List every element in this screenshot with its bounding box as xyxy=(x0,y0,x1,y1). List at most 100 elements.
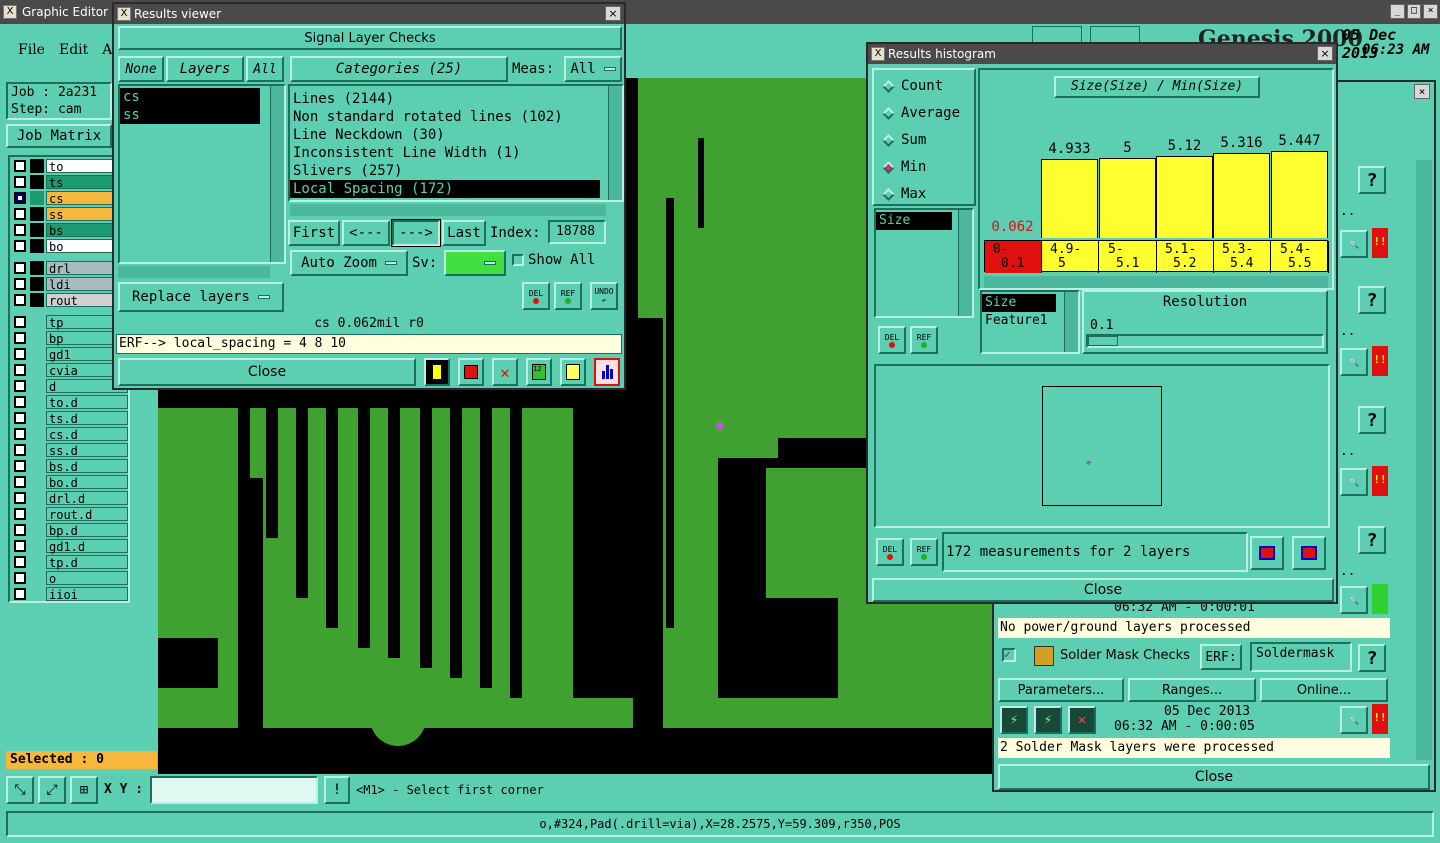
layers-vscroll[interactable] xyxy=(270,86,284,262)
help-button[interactable]: ? xyxy=(1358,406,1386,434)
layer-row-bo-d[interactable]: bo.d xyxy=(12,474,128,490)
layer-checkbox[interactable] xyxy=(14,396,26,408)
zoom-icon[interactable]: 🔍 xyxy=(1340,586,1368,614)
layer-name[interactable]: drl.d xyxy=(46,491,128,506)
layer-name[interactable]: rout.d xyxy=(46,507,128,522)
ref-delete-icon[interactable]: ✕ xyxy=(492,358,518,386)
layer-swatch[interactable] xyxy=(30,427,44,441)
layer-checkbox[interactable] xyxy=(14,240,26,252)
undo-icon[interactable]: UNDO ↶ xyxy=(590,282,618,310)
solder-check-checkbox[interactable]: ✓ xyxy=(1002,648,1016,662)
layer-checkbox[interactable] xyxy=(14,364,26,376)
layer-row-cs-d[interactable]: cs.d xyxy=(12,426,128,442)
layer-swatch[interactable] xyxy=(30,491,44,505)
histogram-close-icon[interactable]: × xyxy=(1317,46,1333,61)
histogram-bar[interactable] xyxy=(1099,158,1156,238)
layer-checkbox[interactable] xyxy=(14,348,26,360)
layer-checkbox[interactable] xyxy=(14,588,26,600)
help-button[interactable]: ? xyxy=(1358,286,1386,314)
layer-checkbox[interactable] xyxy=(14,556,26,568)
layers-hscroll[interactable] xyxy=(118,266,270,278)
category-item[interactable]: Non standard rotated lines (102) xyxy=(290,108,622,126)
histogram-close-button[interactable]: Close xyxy=(872,578,1334,602)
layer-swatch[interactable] xyxy=(30,239,44,253)
zoom-icon[interactable]: 🔍 xyxy=(1340,348,1368,376)
layer-row-rout-d[interactable]: rout.d xyxy=(12,506,128,522)
parameters-button[interactable]: Parameters... xyxy=(998,678,1124,702)
layer-row-iioi[interactable]: iioi xyxy=(12,586,128,602)
layer-row-bp-d[interactable]: bp.d xyxy=(12,522,128,538)
layer-name[interactable]: ts.d xyxy=(46,411,128,426)
category-item[interactable]: Inconsistent Line Width (1) xyxy=(290,144,622,162)
layer-row-drl-d[interactable]: drl.d xyxy=(12,490,128,506)
last-button[interactable]: Last xyxy=(442,220,486,246)
layer-swatch[interactable] xyxy=(30,347,44,361)
layer-swatch[interactable] xyxy=(30,555,44,569)
bin-label[interactable]: 4.9- 5 xyxy=(1042,241,1099,273)
layer-swatch[interactable] xyxy=(30,261,44,275)
preview-ref-icon[interactable]: REF xyxy=(910,538,938,566)
layer-name[interactable]: bs.d xyxy=(46,459,128,474)
export-icon[interactable] xyxy=(458,358,484,386)
histogram-bar[interactable] xyxy=(1156,156,1213,238)
layer-name[interactable]: gd1.d xyxy=(46,539,128,554)
layer-row-cs[interactable]: cs xyxy=(12,190,128,206)
mode-radio-min[interactable]: Min xyxy=(880,157,926,177)
layer-row-bp[interactable]: bp xyxy=(12,330,128,346)
del-icon[interactable]: DEL xyxy=(522,282,550,310)
layer-name[interactable]: o xyxy=(46,571,128,586)
layer-checkbox[interactable] xyxy=(14,316,26,328)
category-item[interactable]: Line Neckdown (30) xyxy=(290,126,622,144)
maximize-button[interactable]: □ xyxy=(1406,4,1422,19)
mode-radio-average[interactable]: Average xyxy=(880,103,960,123)
next-button[interactable]: ---> xyxy=(391,219,441,247)
hist-del-icon[interactable]: DEL xyxy=(878,326,906,354)
layer-name[interactable]: cs.d xyxy=(46,427,128,442)
zoom-icon[interactable]: 🔍 xyxy=(1340,230,1368,258)
layer-swatch[interactable] xyxy=(30,571,44,585)
none-button[interactable]: None xyxy=(118,56,164,82)
layer-row-to-d[interactable]: to.d xyxy=(12,394,128,410)
prev-button[interactable]: <--- xyxy=(342,220,390,246)
bin-label[interactable]: 0- 0.1 xyxy=(985,241,1042,273)
checklist-scroll[interactable] xyxy=(1416,160,1432,760)
categories-list[interactable]: Lines (2144) Non standard rotated lines … xyxy=(288,84,624,202)
checklist-close-icon[interactable]: × xyxy=(1414,84,1430,99)
exclaim-icon[interactable]: ! xyxy=(324,776,350,804)
zoom-to-feature-icon[interactable] xyxy=(1250,536,1284,570)
field-item-size[interactable]: Size xyxy=(982,294,1056,312)
preview-del-icon[interactable]: DEL xyxy=(876,538,904,566)
layer-swatch[interactable] xyxy=(30,459,44,473)
layer-swatch[interactable] xyxy=(30,175,44,189)
zoom-fit-icon[interactable]: ⤡ xyxy=(6,776,34,804)
layer-checkbox[interactable] xyxy=(14,444,26,456)
layer-item-ss[interactable]: ss xyxy=(120,106,260,124)
categories-vscroll[interactable] xyxy=(608,86,622,200)
category-item-selected[interactable]: Local Spacing (172) xyxy=(290,180,600,198)
layer-name[interactable]: bo.d xyxy=(46,475,128,490)
replace-layers-select[interactable]: Replace layers xyxy=(118,282,284,312)
layer-swatch[interactable] xyxy=(30,379,44,393)
layer-checkbox[interactable] xyxy=(14,262,26,274)
slider-thumb[interactable] xyxy=(1088,336,1118,346)
layers-list[interactable]: cs ss xyxy=(118,84,286,264)
menu-a[interactable]: A xyxy=(102,42,112,74)
results-close-button[interactable]: Close xyxy=(118,358,416,386)
size-item[interactable]: Size xyxy=(876,212,952,230)
show-all-checkbox[interactable] xyxy=(512,254,524,266)
checklist-close-button[interactable]: Close xyxy=(998,764,1430,790)
layer-row-drl[interactable]: drl xyxy=(12,260,128,276)
erf-input[interactable]: Soldermask xyxy=(1250,642,1352,672)
sv-color-select[interactable] xyxy=(444,250,506,276)
zoom-all-icon[interactable] xyxy=(1292,536,1326,570)
layer-swatch[interactable] xyxy=(30,507,44,521)
layer-row-d[interactable]: d xyxy=(12,378,128,394)
layer-checkbox[interactable] xyxy=(14,428,26,440)
layer-swatch[interactable] xyxy=(30,539,44,553)
online-button[interactable]: Online... xyxy=(1260,678,1388,702)
layer-swatch[interactable] xyxy=(30,411,44,425)
histogram-icon[interactable] xyxy=(594,358,620,386)
help-button[interactable]: ? xyxy=(1358,526,1386,554)
snap-grid-icon[interactable]: ⊞ xyxy=(70,776,98,804)
mode-radio-sum[interactable]: Sum xyxy=(880,130,926,150)
